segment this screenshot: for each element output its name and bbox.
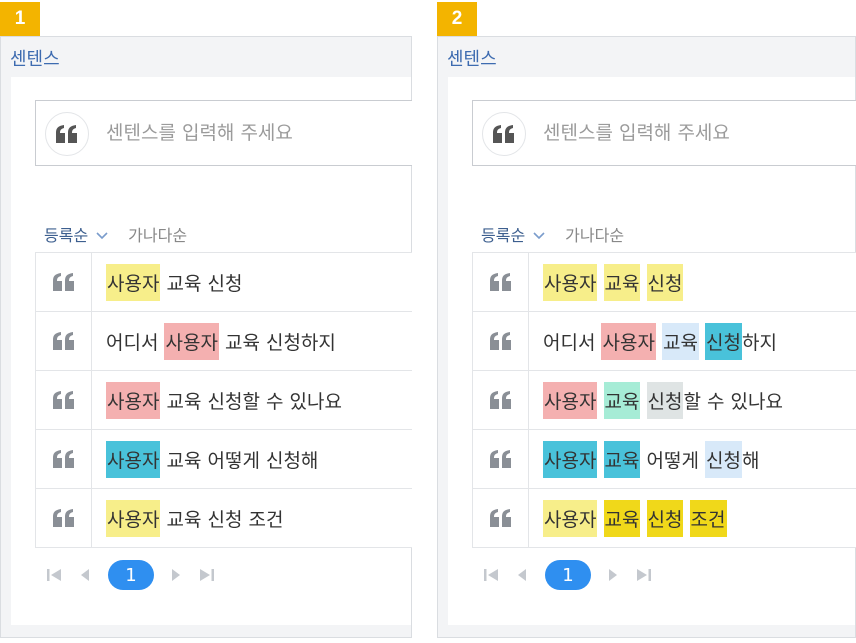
sentence-row[interactable]: 어디서 사용자 교육 신청하지 (35, 312, 412, 371)
sentence-text: 사용자 교육 신청할 수 있나요 (92, 371, 342, 429)
next-page-icon[interactable] (166, 565, 186, 585)
last-page-icon[interactable] (197, 565, 217, 585)
sort-alphabetical[interactable]: 가나다순 (565, 222, 624, 246)
plain-token: 어떻게 (640, 449, 705, 472)
last-page-icon[interactable] (634, 565, 654, 585)
highlighted-token: 사용자 (601, 322, 656, 360)
sort-alphabetical[interactable]: 가나다순 (128, 222, 187, 246)
search-box[interactable] (35, 100, 412, 166)
panel-content: 등록순 가나다순 사용자 교육 신청어디서 사용자 교육 신청하지사용자 교육 … (10, 36, 412, 638)
sort-registration-order[interactable]: 등록순 (481, 222, 525, 246)
prev-page-icon[interactable] (75, 565, 95, 585)
highlighted-token: 사용자 (543, 263, 598, 301)
sort-bar: 등록순 가나다순 (44, 222, 187, 246)
highlighted-token: 신청 (646, 381, 684, 419)
highlighted-token: 교육 (603, 440, 641, 478)
sort-bar: 등록순 가나다순 (481, 222, 624, 246)
sentence-row[interactable]: 사용자 교육 신청 조건 (35, 489, 412, 548)
sentence-list: 사용자 교육 신청어디서 사용자 교육 신청하지사용자 교육 신청할 수 있나요… (472, 252, 856, 548)
highlighted-token: 사용자 (106, 263, 161, 301)
sentence-text: 어디서 사용자 교육 신청하지 (92, 312, 336, 370)
highlighted-token: 사용자 (106, 499, 161, 537)
sentence-row[interactable]: 사용자 교육 어떻게 신청해 (472, 430, 856, 489)
sentence-text: 사용자 교육 신청할 수 있나요 (529, 371, 783, 429)
sentence-row[interactable]: 사용자 교육 신청 (472, 253, 856, 312)
quote-icon (35, 371, 92, 429)
plain-token: 교육 신청할 수 있나요 (160, 390, 342, 413)
sort-registration-order[interactable]: 등록순 (44, 222, 88, 246)
quote-icon (472, 312, 529, 370)
plain-token: 어디서 (543, 331, 602, 354)
step-badge: 1 (0, 2, 40, 36)
quote-icon (472, 253, 529, 311)
search-input[interactable] (106, 101, 406, 165)
highlighted-token: 교육 (603, 499, 641, 537)
highlighted-token: 신청 (646, 263, 684, 301)
highlighted-token: 신청 (646, 499, 684, 537)
plain-token: 교육 신청 (160, 272, 243, 295)
first-page-icon[interactable] (44, 565, 64, 585)
pagination: 1 (44, 560, 228, 590)
highlighted-token: 사용자 (543, 381, 598, 419)
sentence-text: 사용자 교육 신청 조건 (529, 489, 727, 547)
highlighted-token: 교육 (603, 381, 641, 419)
sentence-text: 사용자 교육 신청 (529, 253, 684, 311)
quote-icon (35, 489, 92, 547)
plain-token: 해 (741, 449, 760, 472)
page-number-current[interactable]: 1 (545, 560, 591, 590)
sentence-list: 사용자 교육 신청어디서 사용자 교육 신청하지사용자 교육 신청할 수 있나요… (35, 252, 412, 548)
plain-token: 하지 (741, 331, 777, 354)
quote-icon (35, 312, 92, 370)
sentence-row[interactable]: 사용자 교육 신청 (35, 253, 412, 312)
pagination: 1 (481, 560, 665, 590)
next-page-icon[interactable] (603, 565, 623, 585)
quote-icon (35, 253, 92, 311)
highlighted-token: 사용자 (106, 440, 161, 478)
highlighted-token: 사용자 (106, 381, 161, 419)
plain-token: 교육 신청하지 (218, 331, 336, 354)
quote-icon (472, 489, 529, 547)
search-box[interactable] (472, 100, 856, 166)
page-number-current[interactable]: 1 (108, 560, 154, 590)
highlighted-token: 사용자 (543, 499, 598, 537)
highlighted-token: 신청 (705, 322, 742, 360)
sentence-row[interactable]: 사용자 교육 신청할 수 있나요 (35, 371, 412, 430)
plain-token: 교육 신청 조건 (160, 508, 284, 531)
highlighted-token: 조건 (689, 499, 727, 537)
sentence-text: 어디서 사용자 교육 신청하지 (529, 312, 777, 370)
sentence-row[interactable]: 사용자 교육 신청할 수 있나요 (472, 371, 856, 430)
sentence-row[interactable]: 사용자 교육 신청 조건 (472, 489, 856, 548)
quote-icon (472, 371, 529, 429)
highlighted-token: 신청 (705, 440, 742, 478)
highlighted-token: 사용자 (164, 322, 219, 360)
sentence-row[interactable]: 사용자 교육 어떻게 신청해 (35, 430, 412, 489)
sentence-text: 사용자 교육 신청 조건 (92, 489, 283, 547)
sentence-text: 사용자 교육 어떻게 신청해 (92, 430, 318, 488)
highlighted-token: 교육 (661, 322, 699, 360)
first-page-icon[interactable] (481, 565, 501, 585)
highlighted-token: 사용자 (543, 440, 598, 478)
quote-icon (482, 112, 526, 156)
sentence-text: 사용자 교육 어떻게 신청해 (529, 430, 759, 488)
plain-token: 어디서 (106, 331, 165, 354)
plain-token: 할 수 있나요 (683, 390, 783, 413)
sentence-text: 사용자 교육 신청 (92, 253, 242, 311)
step-badge: 2 (437, 2, 477, 36)
prev-page-icon[interactable] (512, 565, 532, 585)
chevron-down-icon[interactable] (96, 225, 108, 244)
sentence-row[interactable]: 어디서 사용자 교육 신청하지 (472, 312, 856, 371)
quote-icon (472, 430, 529, 488)
plain-token: 교육 어떻게 신청해 (160, 449, 319, 472)
search-input[interactable] (543, 101, 843, 165)
chevron-down-icon[interactable] (533, 225, 545, 244)
highlighted-token: 교육 (603, 263, 641, 301)
panel-content: 등록순 가나다순 사용자 교육 신청어디서 사용자 교육 신청하지사용자 교육 … (447, 36, 856, 638)
quote-icon (45, 112, 89, 156)
quote-icon (35, 430, 92, 488)
